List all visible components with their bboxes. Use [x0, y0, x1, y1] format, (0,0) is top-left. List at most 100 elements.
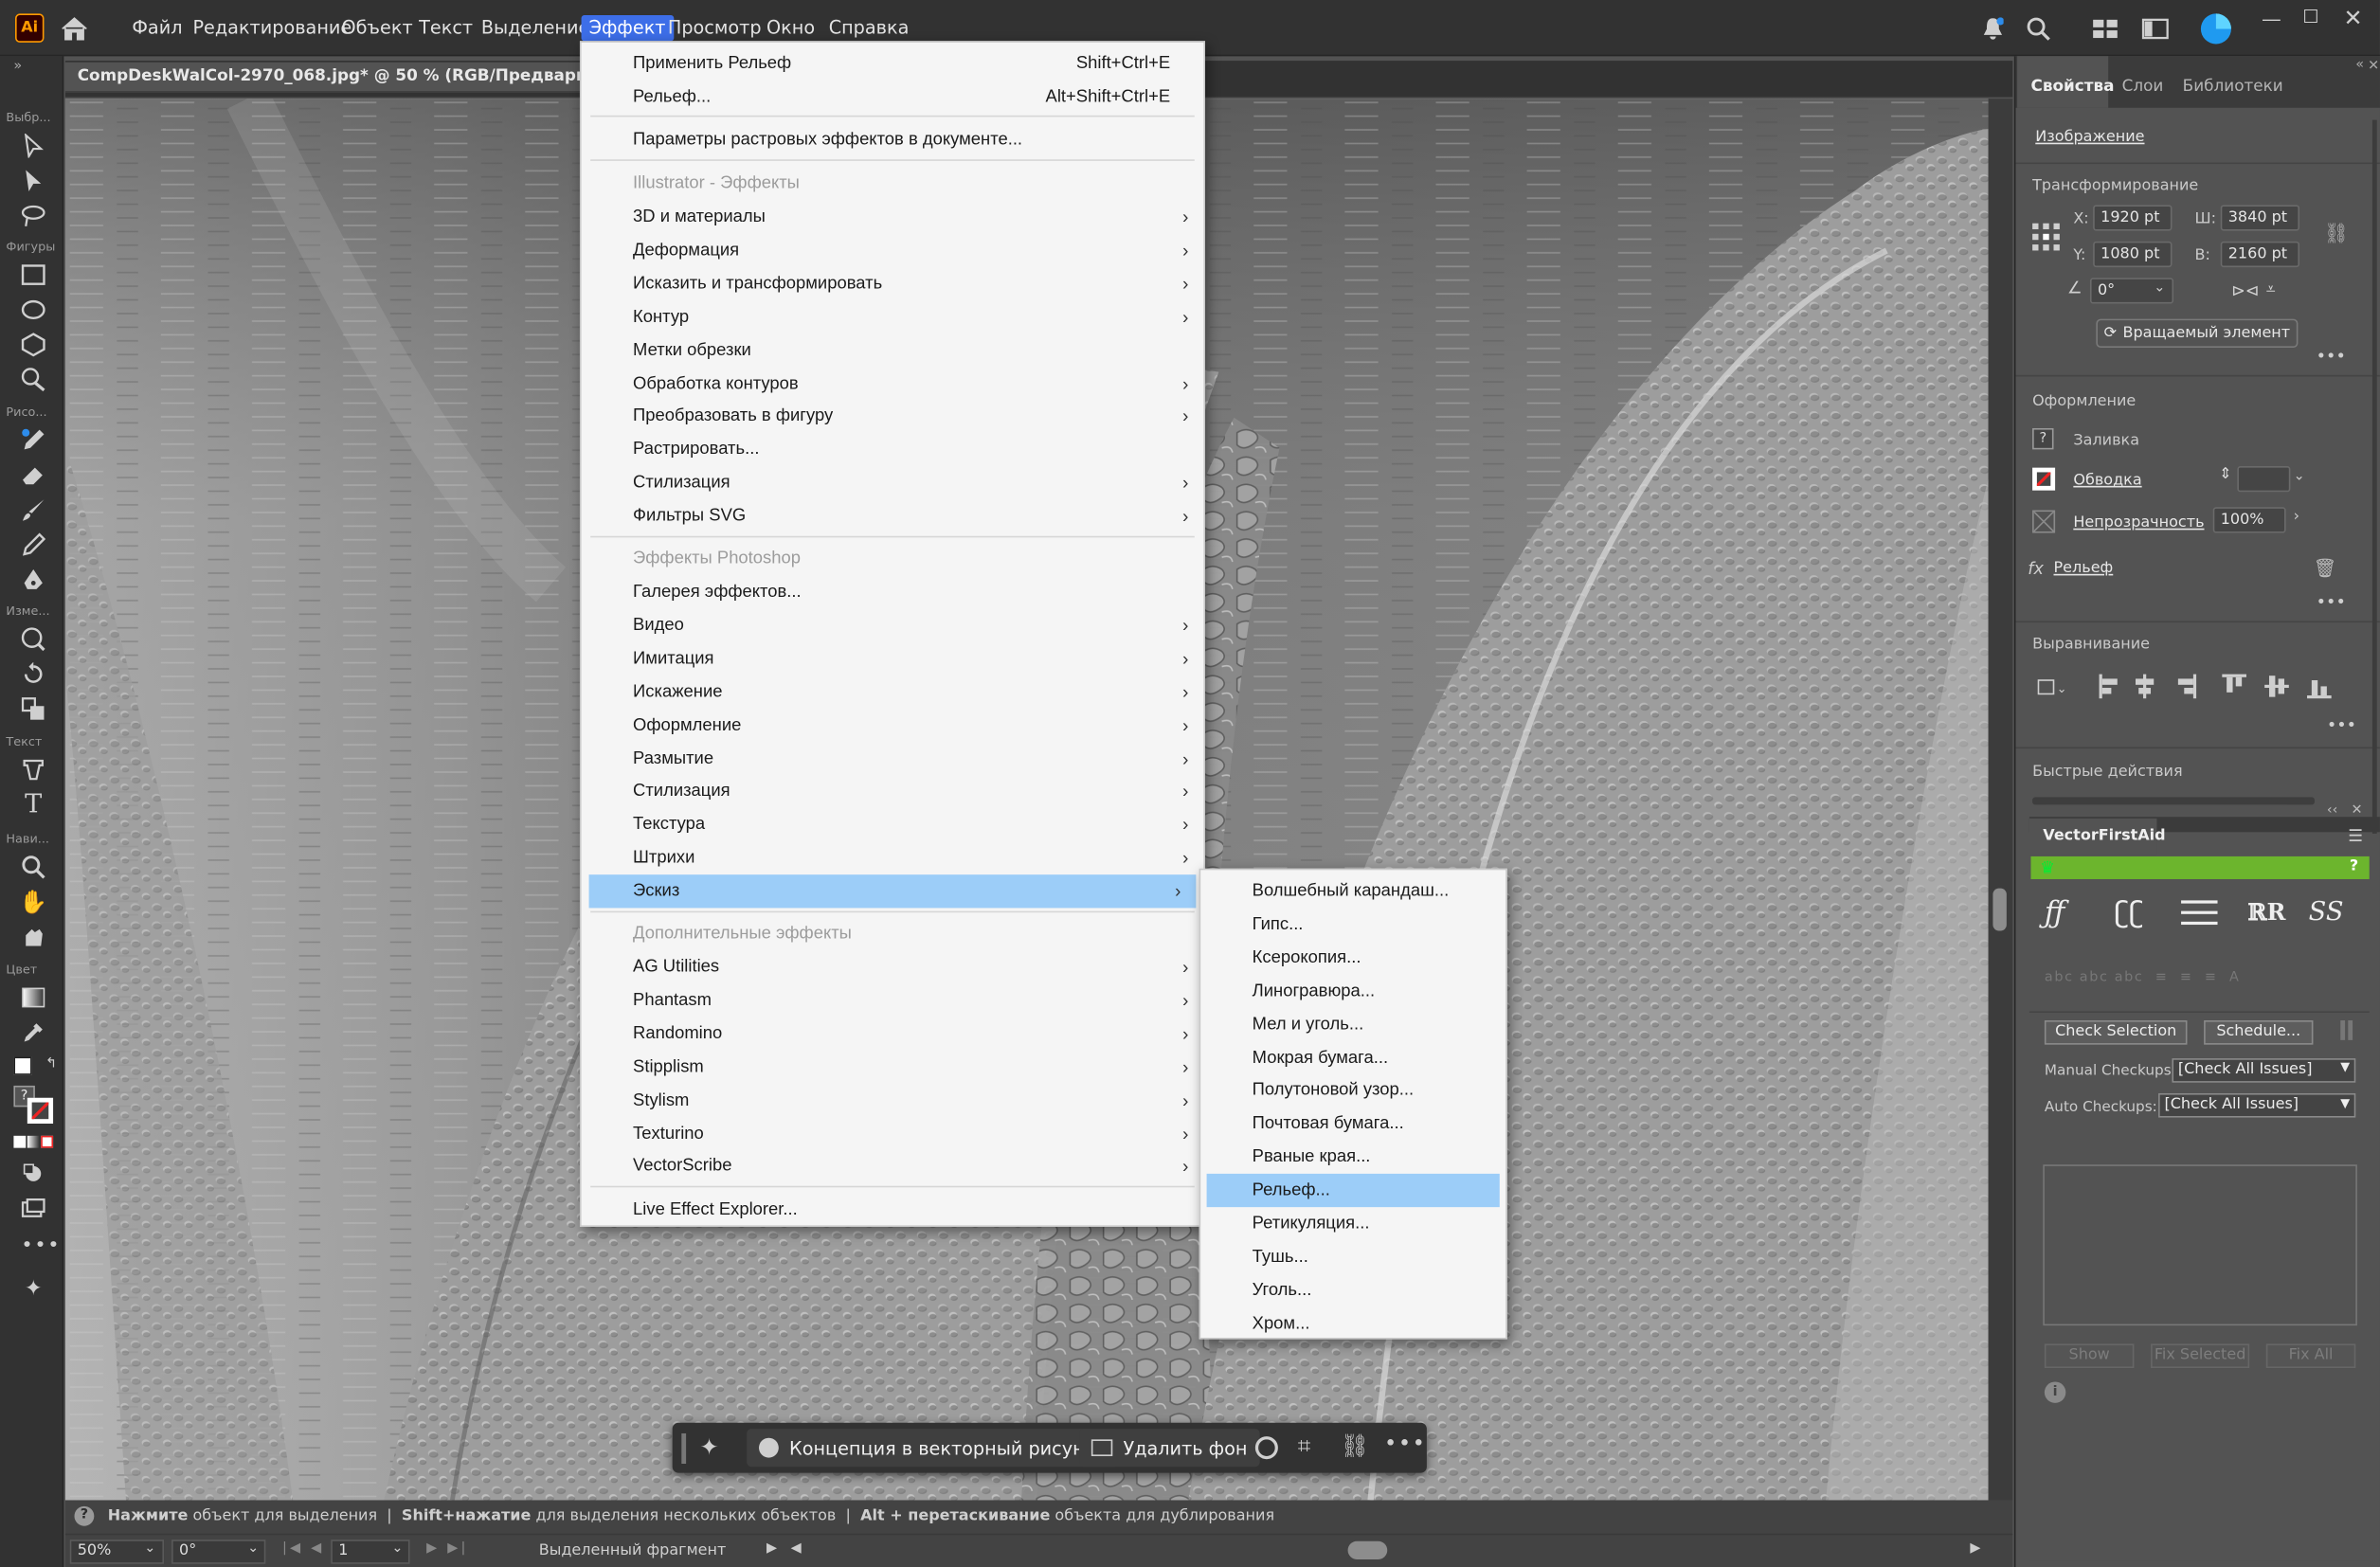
home-icon[interactable] — [58, 12, 91, 45]
menu-effect[interactable]: Эффект — [581, 15, 674, 42]
issues-list[interactable] — [2043, 1164, 2357, 1326]
manual-dropdown-icon[interactable]: ▼ — [2340, 1060, 2350, 1073]
menu-file[interactable]: Файл — [132, 17, 182, 40]
menu-item-last-effect[interactable]: Рельеф... Alt+Shift+Ctrl+E — [582, 81, 1204, 114]
submenu-item-мел-и-уголь[interactable]: Мел и уголь... — [1200, 1008, 1506, 1041]
menu-help[interactable]: Справка — [829, 17, 910, 40]
bell-icon[interactable] — [1976, 12, 2010, 45]
menu-object[interactable]: Объект — [341, 17, 412, 40]
vfa-menu-icon[interactable]: ☰ — [2348, 826, 2363, 846]
schedule-button[interactable]: Schedule... — [2204, 1020, 2314, 1045]
angle-dropdown-icon[interactable]: ⌄ — [2154, 280, 2165, 296]
submenu-item-линогравюра[interactable]: Линогравюра... — [1200, 974, 1506, 1007]
vfa-help-icon[interactable]: ? — [2350, 858, 2358, 875]
constrain-proportions-icon[interactable]: ⛓ — [2324, 224, 2349, 246]
check-selection-button[interactable]: Check Selection — [2044, 1020, 2188, 1045]
paragraph-icon[interactable] — [2181, 900, 2218, 926]
submenu-item-почтовая-бумага[interactable]: Почтовая бумага... — [1200, 1108, 1506, 1141]
swap-colors-icon[interactable]: ↰ — [45, 1056, 57, 1072]
menu-item-контур[interactable]: Контур › — [582, 300, 1204, 333]
eyedropper-tool-icon[interactable] — [17, 1018, 50, 1048]
collapse-panel-icon[interactable]: « — [2355, 58, 2364, 73]
swash-icon[interactable]: ʗʗ — [2115, 896, 2144, 929]
menu-item-live-effect-explorer[interactable]: Live Effect Explorer... — [582, 1194, 1204, 1227]
menu-item-эскиз[interactable]: Эскиз › — [588, 874, 1197, 909]
vertical-scroll-thumb[interactable] — [1992, 888, 2007, 931]
width-field[interactable]: 3840 pt — [2220, 205, 2300, 231]
menu-item-stylism[interactable]: Stylism › — [582, 1084, 1204, 1117]
vfa-close-icon[interactable]: ✕ — [2351, 803, 2362, 819]
flip-horizontal-icon[interactable]: ⊳⊲ — [2231, 280, 2260, 300]
cloud-icon[interactable] — [2199, 12, 2232, 45]
menu-item-видео[interactable]: Видео › — [582, 609, 1204, 642]
appearance-more-icon[interactable]: ••• — [2317, 592, 2346, 612]
menu-item-штрихи[interactable]: Штрихи › — [582, 841, 1204, 874]
document-tab[interactable]: CompDeskWalCol-2970_068.jpg* @ 50 % (RGB… — [64, 62, 682, 93]
menu-item-apply-emboss[interactable]: Применить Рельеф Shift+Ctrl+E — [582, 47, 1204, 81]
opacity-arrow-icon[interactable]: › — [2294, 509, 2299, 526]
more-options-icon[interactable]: ••• — [1384, 1432, 1427, 1456]
eraser-tool-icon[interactable] — [17, 460, 50, 491]
close-panel-icon[interactable]: ✕ — [2368, 60, 2379, 75]
color-mode-icon[interactable] — [13, 1135, 27, 1148]
menu-item-оформление[interactable]: Оформление › — [582, 709, 1204, 742]
pen-tool-icon[interactable] — [17, 565, 50, 595]
stroke-swatch-icon[interactable] — [2032, 467, 2056, 491]
menu-item-stipplism[interactable]: Stipplism › — [582, 1051, 1204, 1084]
touch-type-tool-icon[interactable] — [17, 755, 50, 785]
stroke-weight-dropdown-icon[interactable]: ⌄ — [2294, 469, 2305, 484]
submenu-item-рельеф[interactable]: Рельеф... — [1206, 1174, 1500, 1208]
draw-mode-icon[interactable] — [17, 1159, 50, 1189]
opacity-link[interactable]: Непрозрачность — [2073, 514, 2204, 531]
submenu-item-мокрая-бумага[interactable]: Мокрая бумага... — [1200, 1041, 1506, 1074]
y-field[interactable]: 1080 pt — [2093, 241, 2173, 268]
stroke-weight-field[interactable] — [2237, 466, 2291, 493]
align-more-icon[interactable]: ••• — [2327, 715, 2356, 735]
stroke-link[interactable]: Обводка — [2073, 472, 2141, 489]
ss-icon[interactable]: SS — [2309, 897, 2344, 928]
help-icon[interactable]: ? — [74, 1505, 95, 1526]
close-icon[interactable]: ✕ — [2343, 5, 2362, 32]
collapse-toolbar-icon[interactable]: » — [13, 60, 22, 75]
maximize-icon[interactable]: ☐ — [2302, 6, 2318, 27]
zoom-dropdown-icon[interactable]: ⌄ — [144, 1541, 155, 1557]
menu-item-размытие[interactable]: Размытие › — [582, 742, 1204, 775]
menu-item-имитация[interactable]: Имитация › — [582, 642, 1204, 675]
stroke-swatch[interactable] — [27, 1097, 54, 1124]
screen-mode-icon[interactable] — [17, 1194, 50, 1224]
submenu-item-полутоновой-узор[interactable]: Полутоновой узор... — [1200, 1074, 1506, 1108]
first-prev-artboard-icon[interactable]: |◀ ◀ — [282, 1541, 324, 1557]
selection-tool-icon[interactable] — [17, 131, 50, 161]
menu-type[interactable]: Текст — [419, 17, 473, 40]
zoom-tool-icon[interactable] — [17, 852, 50, 882]
auto-checkups-select[interactable]: [Check All Issues] — [2158, 1092, 2356, 1118]
blob-brush-tool-icon[interactable] — [17, 530, 50, 560]
submenu-item-уголь[interactable]: Уголь... — [1200, 1273, 1506, 1306]
type-tool-icon[interactable]: T — [17, 789, 50, 820]
menu-item-растрировать[interactable]: Растрировать... — [582, 433, 1204, 466]
x-field[interactable]: 1920 pt — [2093, 205, 2173, 231]
warp-tool-icon[interactable] — [17, 624, 50, 655]
menu-item-галерея-эффектов[interactable]: Галерея эффектов... — [582, 575, 1204, 608]
direct-selection-tool-icon[interactable] — [17, 166, 50, 196]
menu-edit[interactable]: Редактирование — [192, 17, 352, 40]
link-icon[interactable]: ⛓ — [1341, 1432, 1370, 1459]
tab-properties[interactable]: Свойства — [2030, 78, 2114, 96]
remove-background-button[interactable]: Удалить фон — [1079, 1429, 1260, 1468]
fix-selected-button[interactable]: Fix Selected — [2151, 1343, 2250, 1369]
fx-icon[interactable]: fx — [2028, 559, 2044, 579]
pause-icon[interactable] — [2340, 1020, 2346, 1040]
submenu-item-ксерокопия[interactable]: Ксерокопия... — [1200, 941, 1506, 974]
menu-item-стилизация[interactable]: Стилизация › — [582, 775, 1204, 808]
menu-item-стилизация[interactable]: Стилизация › — [582, 466, 1204, 499]
submenu-item-тушь[interactable]: Тушь... — [1200, 1240, 1506, 1273]
menu-select[interactable]: Выделение — [481, 17, 589, 40]
gradient-mode-icon[interactable] — [27, 1135, 40, 1148]
submenu-item-волшебный-карандаш[interactable]: Волшебный карандаш... — [1200, 874, 1506, 908]
submenu-item-рваные-края[interactable]: Рваные края... — [1200, 1141, 1506, 1174]
auto-dropdown-icon[interactable]: ▼ — [2340, 1096, 2350, 1109]
crop-icon[interactable]: ⌗ — [1298, 1432, 1311, 1459]
vertical-scrollbar[interactable] — [1988, 99, 2013, 1501]
menu-item-текстура[interactable]: Текстура › — [582, 808, 1204, 841]
hand-tool-icon[interactable]: ✋ — [17, 887, 50, 917]
